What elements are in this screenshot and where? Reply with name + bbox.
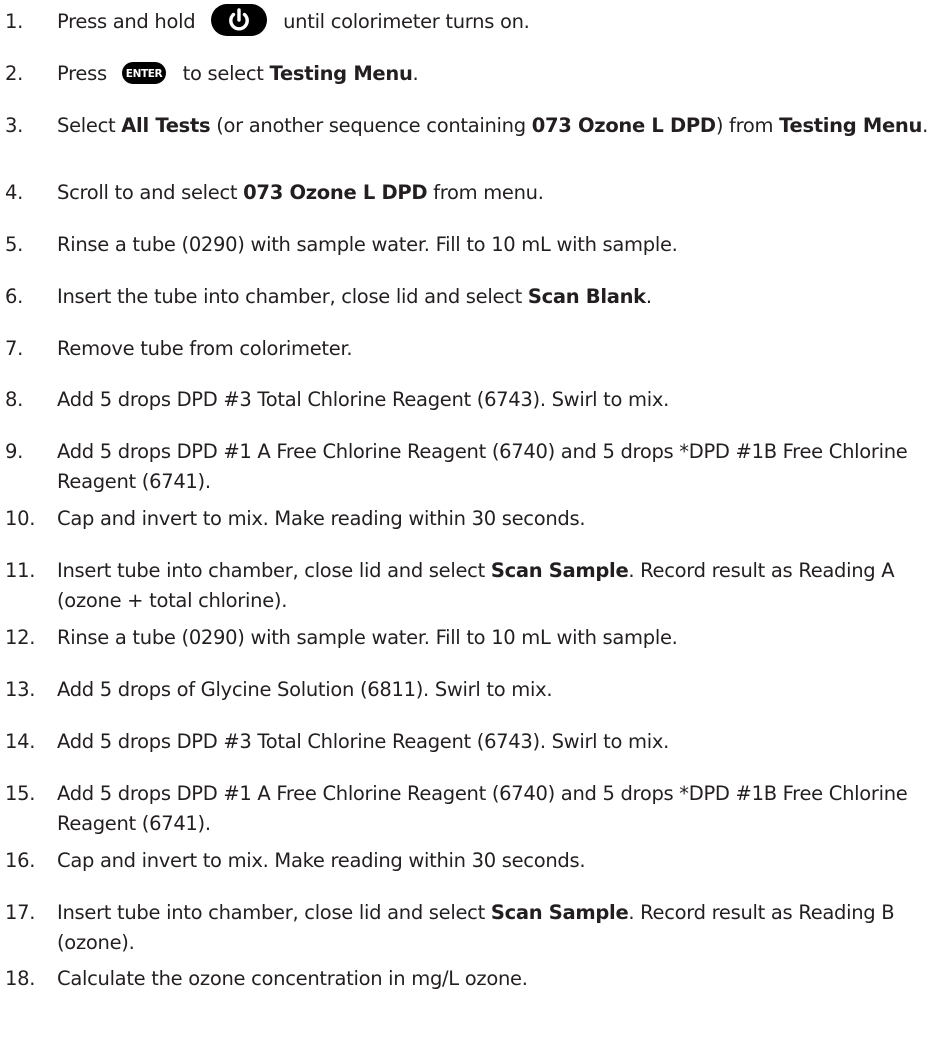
enter-button-icon: ENTER	[121, 61, 166, 84]
step-number: 11.	[5, 559, 36, 582]
step-number: 10.	[5, 507, 36, 530]
step-text-segment: Add 5 drops DPD #3 Total Chlorine Reagen…	[57, 388, 670, 411]
step-number: 16.	[5, 849, 36, 872]
step-text-segment: from menu.	[427, 181, 544, 204]
step-text: Add 5 drops DPD #3 Total Chlorine Reagen…	[57, 727, 949, 757]
step-text: Add 5 drops DPD #3 Total Chlorine Reagen…	[57, 385, 949, 415]
step-number: 12.	[5, 626, 36, 649]
step-text-segment: .	[645, 285, 652, 308]
step-text-segment: to select	[176, 62, 270, 85]
step-number: 2.	[5, 62, 24, 85]
step-text-segment: Rinse a tube (0290) with sample water. F…	[57, 626, 678, 649]
step-text-segment: (or another sequence containing	[210, 114, 532, 137]
step-number: 5.	[5, 233, 24, 256]
step-text: Rinse a tube (0290) with sample water. F…	[57, 623, 949, 653]
step-text: Insert tube into chamber, close lid and …	[57, 556, 949, 616]
bold-term: Scan Sample	[490, 559, 629, 582]
step-text-segment: Calculate the ozone concentration in mg/…	[57, 967, 528, 990]
step-text-segment: .	[412, 62, 419, 85]
step-text: Press ENTER to select Testing Menu.	[57, 59, 949, 89]
step-text-segment: Remove tube from colorimeter.	[57, 337, 353, 360]
step-text: Press and hold until colorimeter turns o…	[57, 3, 949, 37]
step-number: 14.	[5, 730, 36, 753]
step-text-segment: Press	[57, 62, 113, 85]
step-number: 4.	[5, 181, 24, 204]
step-text-segment: until colorimeter turns on.	[277, 10, 530, 33]
step-text-segment: Add 5 drops DPD #1 A Free Chlorine Reage…	[57, 440, 908, 493]
step-text: Select All Tests (or another sequence co…	[57, 111, 949, 141]
step-number: 15.	[5, 782, 36, 805]
step-text-segment: Add 5 drops DPD #1 A Free Chlorine Reage…	[57, 782, 908, 835]
step-text: Scroll to and select 073 Ozone L DPD fro…	[57, 178, 949, 208]
bold-term: Testing Menu	[779, 114, 923, 137]
step-text: Remove tube from colorimeter.	[57, 334, 949, 364]
step-number: 13.	[5, 678, 36, 701]
step-text-segment: Insert tube into chamber, close lid and …	[57, 559, 491, 582]
step-text-segment: .	[922, 114, 928, 137]
step-number: 3.	[5, 114, 24, 137]
step-text: Add 5 drops of Glycine Solution (6811). …	[57, 675, 949, 705]
step-number: 17.	[5, 901, 36, 924]
step-text: Cap and invert to mix. Make reading with…	[57, 504, 949, 534]
bold-term: All Tests	[121, 114, 211, 137]
step-text-segment: Add 5 drops of Glycine Solution (6811). …	[57, 678, 553, 701]
power-button-icon	[211, 3, 268, 36]
step-text: Calculate the ozone concentration in mg/…	[57, 964, 949, 994]
step-text-segment: Cap and invert to mix. Make reading with…	[57, 507, 586, 530]
step-number: 8.	[5, 388, 24, 411]
step-text-segment: Add 5 drops DPD #3 Total Chlorine Reagen…	[57, 730, 670, 753]
step-text-segment: Cap and invert to mix. Make reading with…	[57, 849, 586, 872]
step-text: Rinse a tube (0290) with sample water. F…	[57, 230, 949, 260]
step-text: Add 5 drops DPD #1 A Free Chlorine Reage…	[57, 437, 949, 497]
enter-icon-label: ENTER	[126, 68, 163, 80]
step-text-segment: Insert tube into chamber, close lid and …	[57, 901, 491, 924]
step-number: 9.	[5, 440, 24, 463]
bold-term: Testing Menu	[269, 62, 413, 85]
bold-term: Scan Sample	[490, 901, 629, 924]
step-text-segment: Select	[57, 114, 122, 137]
bold-term: Scan Blank	[527, 285, 646, 308]
step-text-segment: Scroll to and select	[57, 181, 244, 204]
step-number: 7.	[5, 337, 24, 360]
step-text-segment: Rinse a tube (0290) with sample water. F…	[57, 233, 678, 256]
step-text: Add 5 drops DPD #1 A Free Chlorine Reage…	[57, 779, 949, 839]
step-number: 1.	[5, 10, 24, 33]
step-text-segment: Insert the tube into chamber, close lid …	[57, 285, 528, 308]
bold-term: 073 Ozone L DPD	[243, 181, 428, 204]
step-text-segment: Press and hold	[57, 10, 202, 33]
step-number: 18.	[5, 967, 36, 990]
step-text: Insert tube into chamber, close lid and …	[57, 898, 949, 958]
step-number: 6.	[5, 285, 24, 308]
step-text: Insert the tube into chamber, close lid …	[57, 282, 949, 312]
step-text: Cap and invert to mix. Make reading with…	[57, 846, 949, 876]
bold-term: 073 Ozone L DPD	[531, 114, 716, 137]
step-text-segment: ) from	[715, 114, 780, 137]
